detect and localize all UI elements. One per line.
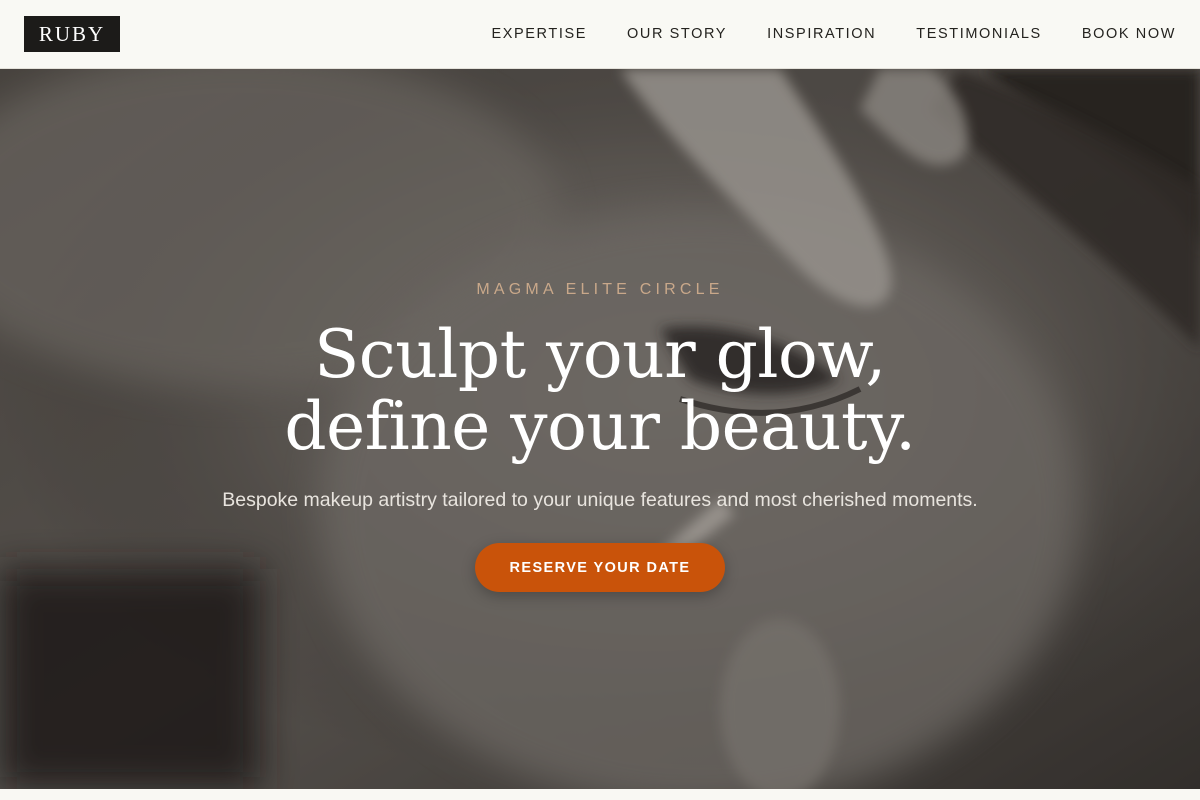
main-nav: EXPERTISE OUR STORY INSPIRATION TESTIMON… xyxy=(451,0,1176,68)
site-header: RUBY EXPERTISE OUR STORY INSPIRATION TES… xyxy=(0,0,1200,69)
hero-headline-line-1: Sculpt your glow, xyxy=(314,316,886,393)
nav-item-inspiration[interactable]: INSPIRATION xyxy=(767,26,876,42)
hero-subtext: Bespoke makeup artistry tailored to your… xyxy=(222,489,978,511)
hero-content: MAGMA ELITE CIRCLE Sculpt your glow, def… xyxy=(0,69,1200,789)
hero-headline-line-2: define your beauty. xyxy=(284,388,916,465)
logo[interactable]: RUBY xyxy=(24,16,120,52)
hero-eyebrow: MAGMA ELITE CIRCLE xyxy=(476,281,724,298)
nav-item-expertise[interactable]: EXPERTISE xyxy=(491,26,587,42)
nav-item-book-now[interactable]: BOOK NOW xyxy=(1082,26,1176,42)
nav-item-testimonials[interactable]: TESTIMONIALS xyxy=(916,26,1042,42)
hero-section: MAGMA ELITE CIRCLE Sculpt your glow, def… xyxy=(0,69,1200,789)
reserve-date-button[interactable]: RESERVE YOUR DATE xyxy=(475,543,725,592)
page-bottom-strip xyxy=(0,789,1200,800)
nav-item-our-story[interactable]: OUR STORY xyxy=(627,26,727,42)
hero-headline: Sculpt your glow, define your beauty. xyxy=(0,319,1200,463)
